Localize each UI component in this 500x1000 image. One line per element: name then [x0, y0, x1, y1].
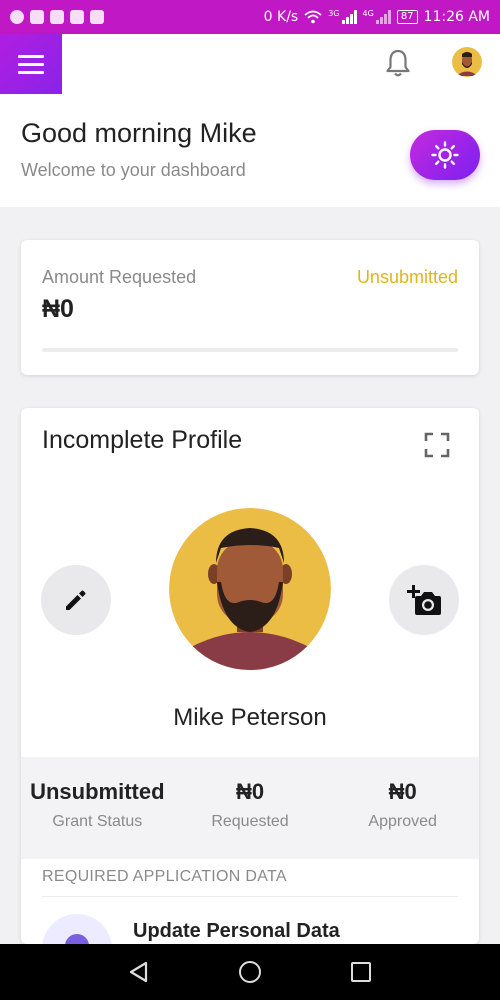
stat-approved: ₦0 Approved — [326, 757, 479, 859]
status-badge: Unsubmitted — [356, 267, 458, 287]
notification-icons — [10, 10, 104, 24]
app-bar — [0, 34, 500, 94]
required-item-title[interactable]: Update Personal Data — [133, 920, 340, 943]
amount-label: Amount Requested — [42, 267, 197, 287]
greeting-section: Good morning Mike Welcome to your dashbo… — [0, 94, 500, 207]
person-icon — [65, 934, 89, 944]
stat-grant-status: Unsubmitted Grant Status — [21, 757, 174, 859]
wifi-icon — [304, 10, 322, 24]
network-speed: 0 K/s — [263, 9, 299, 25]
facebook-icon — [90, 10, 104, 24]
whatsapp-icon — [10, 10, 24, 24]
stat-value: ₦0 — [388, 779, 417, 804]
divider — [42, 896, 458, 897]
stat-label: Requested — [211, 813, 289, 830]
stat-value: ₦0 — [235, 779, 265, 804]
back-icon[interactable] — [128, 961, 150, 983]
recent-apps-icon[interactable] — [351, 962, 371, 982]
amount-requested-card[interactable]: Amount Requested Unsubmitted ₦0 — [21, 240, 479, 375]
theme-toggle-button[interactable] — [410, 130, 480, 180]
section-heading: REQUIRED APPLICATION DATA — [42, 868, 287, 885]
clock: 11:26 AM — [423, 9, 490, 25]
personal-data-icon — [42, 914, 112, 944]
add-photo-button[interactable] — [389, 565, 459, 635]
greeting-subtitle: Welcome to your dashboard — [21, 160, 246, 180]
menu-icon — [18, 54, 44, 58]
profile-name: Mike Peterson — [173, 704, 327, 731]
pencil-icon — [66, 590, 86, 610]
greeting-title: Good morning Mike — [21, 118, 257, 148]
bell-icon[interactable] — [384, 48, 412, 78]
signal-icon — [341, 10, 357, 24]
add-photo-icon — [407, 585, 441, 615]
battery-indicator: 87 — [396, 10, 418, 24]
network-type-4g: 4G — [362, 9, 374, 18]
avatar[interactable] — [452, 47, 482, 77]
app-notification-icon — [50, 10, 64, 24]
menu-icon-line — [18, 70, 44, 74]
status-bar: 0 K/s 3G 4G 87 11:26 AM — [0, 0, 500, 34]
profile-avatar — [169, 508, 331, 670]
stat-requested: ₦0 Requested — [174, 757, 327, 859]
expand-icon[interactable] — [424, 432, 450, 458]
network-type-3g: 3G — [328, 9, 340, 18]
profile-card-title: Incomplete Profile — [42, 426, 243, 454]
app-notification-icon — [30, 10, 44, 24]
system-navigation-bar — [0, 944, 500, 1000]
stat-label: Grant Status — [52, 813, 143, 830]
menu-button[interactable] — [0, 34, 62, 94]
amount-value: ₦0 — [42, 295, 74, 323]
signal-icon — [375, 10, 391, 24]
sun-icon — [431, 141, 459, 169]
stat-value: Unsubmitted — [30, 779, 165, 804]
home-icon[interactable] — [239, 961, 261, 983]
profile-card: Incomplete Profile Mike Peterson Unsubmi… — [21, 408, 479, 944]
profile-stats: Unsubmitted Grant Status ₦0 Requested ₦0… — [21, 757, 479, 859]
edit-profile-button[interactable] — [41, 565, 111, 635]
amount-progress-bar — [42, 348, 458, 352]
menu-icon-line — [18, 62, 44, 66]
stat-label: Approved — [368, 813, 437, 830]
mail-icon — [70, 10, 84, 24]
